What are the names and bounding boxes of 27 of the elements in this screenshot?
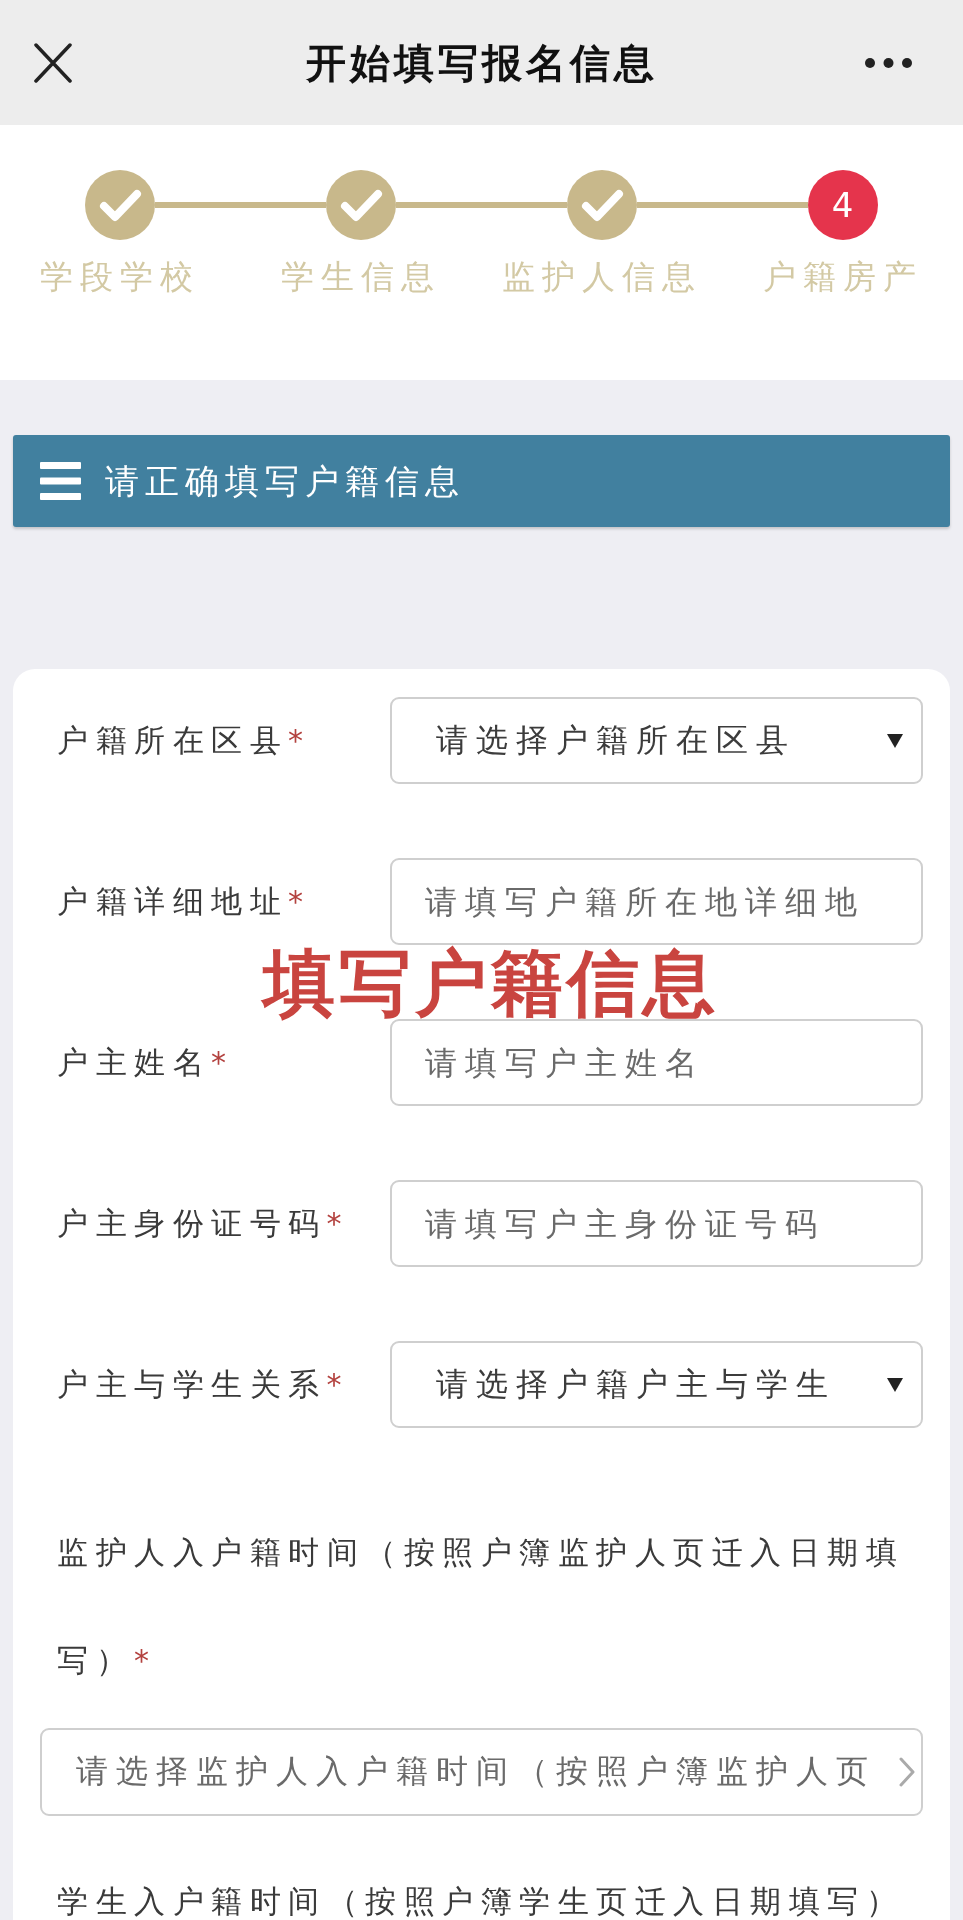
current-step-number: 4 [807, 170, 878, 240]
step-label: 学生信息 [281, 257, 442, 297]
field-label: 户主身份证号码* [57, 1204, 349, 1241]
caret-down-icon [887, 1377, 903, 1392]
date-picker-field[interactable]: 请选择监护人入户籍时间（按照户簿监护人页 [40, 1728, 923, 1816]
field-label: 户籍所在区县* [57, 721, 311, 758]
dropdown-field[interactable]: 请选择户籍所在区县 [390, 697, 923, 784]
text-input[interactable]: 请填写户主姓名 [390, 1019, 923, 1106]
field-label: 户主姓名* [57, 1043, 234, 1080]
step-label: 户籍房产 [762, 257, 923, 297]
more-icon[interactable] [865, 57, 912, 68]
close-icon[interactable] [34, 42, 72, 83]
page-title: 开始填写报名信息 [305, 37, 658, 88]
field-label: 监护人入户籍时间（按照户簿监护人页迁入日期填写）* [57, 1534, 904, 1678]
menu-icon [40, 462, 81, 500]
field-label: 户主与学生关系* [57, 1365, 349, 1402]
text-input[interactable]: 请填写户籍所在地详细地 [390, 858, 923, 945]
text-input[interactable]: 请填写户主身份证号码 [390, 1180, 923, 1267]
section-title: 请正确填写户籍信息 [105, 460, 465, 503]
chevron-right-icon [899, 1757, 915, 1787]
step-label: 学段学校 [40, 257, 201, 297]
caret-down-icon [887, 733, 903, 748]
field-label: 学生入户籍时间（按照户簿学生页迁入日期填写） [57, 1883, 904, 1919]
annotation-caption: 填写户籍信息 [263, 947, 719, 1019]
field-label: 户籍详细地址* [57, 882, 311, 919]
step-label: 监护人信息 [501, 257, 702, 297]
dropdown-field[interactable]: 请选择户籍户主与学生 [390, 1341, 923, 1428]
